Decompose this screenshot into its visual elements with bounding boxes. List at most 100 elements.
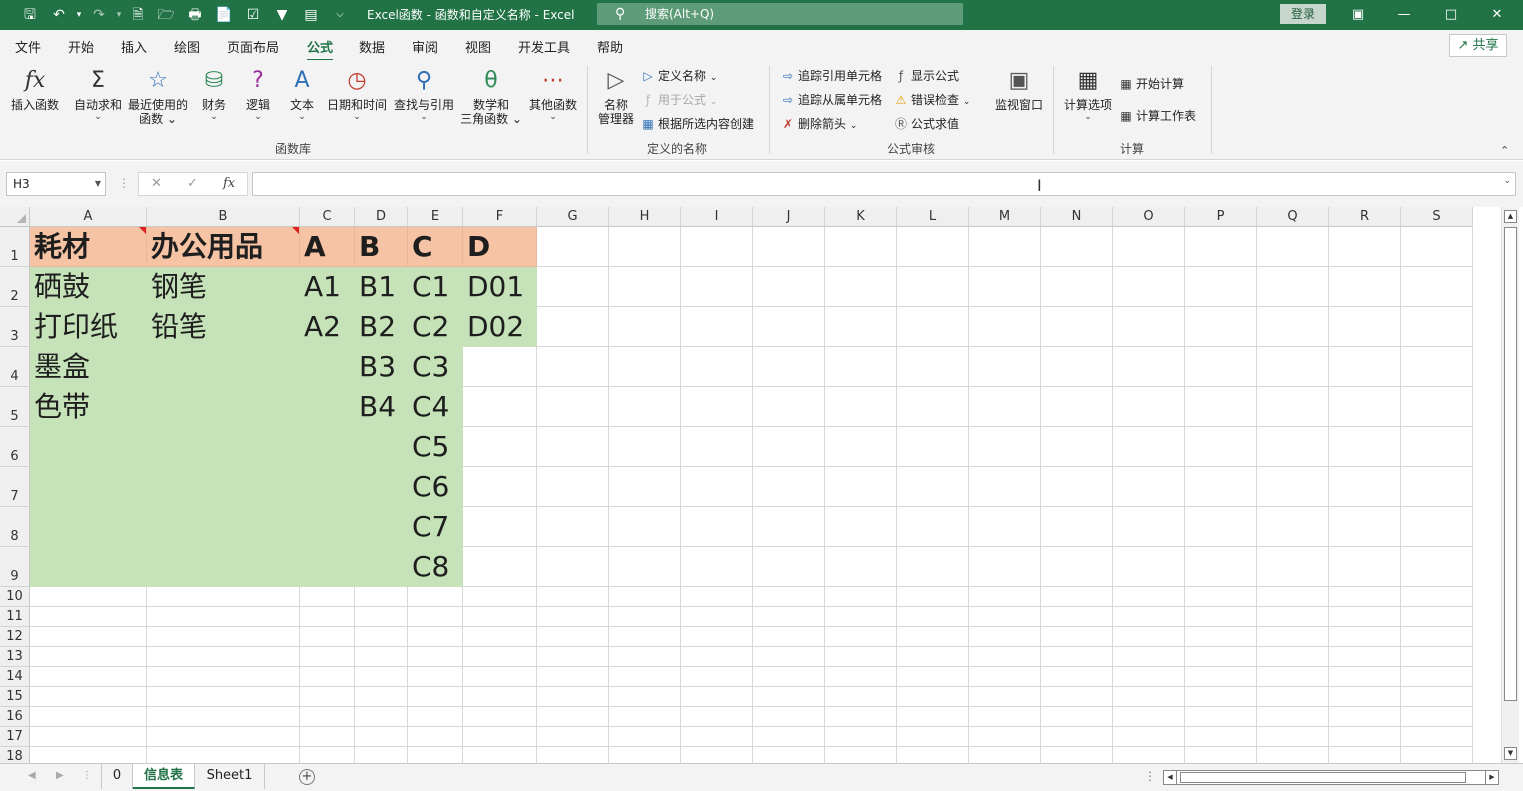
cell-l2[interactable] [897, 267, 969, 307]
cell-b12[interactable] [147, 627, 300, 647]
cell-o16[interactable] [1113, 707, 1185, 727]
cell-s8[interactable] [1401, 507, 1473, 547]
row-header-16[interactable]: 16 [0, 707, 30, 727]
cell-i15[interactable] [681, 687, 753, 707]
row-header-1[interactable]: 1 [0, 227, 30, 267]
cell-d7[interactable] [355, 467, 408, 507]
cell-k2[interactable] [825, 267, 897, 307]
cell-s4[interactable] [1401, 347, 1473, 387]
cell-h10[interactable] [609, 587, 681, 607]
cell-s7[interactable] [1401, 467, 1473, 507]
cell-d2[interactable]: B1 [355, 267, 408, 307]
cell-f5[interactable] [463, 387, 537, 427]
tab-view[interactable]: 视图 [465, 37, 491, 56]
cell-k14[interactable] [825, 667, 897, 687]
print-icon[interactable]: 🖶 [184, 4, 206, 26]
cell-j15[interactable] [753, 687, 825, 707]
scroll-thumb[interactable] [1504, 227, 1517, 701]
ribbon-display-icon[interactable]: ▣ [1344, 4, 1372, 26]
cell-p7[interactable] [1185, 467, 1257, 507]
cell-o11[interactable] [1113, 607, 1185, 627]
cell-c11[interactable] [300, 607, 355, 627]
cell-n9[interactable] [1041, 547, 1113, 587]
calculation-options-button[interactable]: ▦ 计算选项 ⌄ [1062, 66, 1114, 122]
cell-q16[interactable] [1257, 707, 1329, 727]
cell-s3[interactable] [1401, 307, 1473, 347]
cell-b5[interactable] [147, 387, 300, 427]
cell-c1[interactable]: A [300, 227, 355, 267]
undo-dropdown-icon[interactable]: ▾ [68, 4, 90, 26]
cell-g17[interactable] [537, 727, 609, 747]
cell-k17[interactable] [825, 727, 897, 747]
cell-i12[interactable] [681, 627, 753, 647]
cell-b3[interactable]: 铅笔 [147, 307, 300, 347]
cell-s18[interactable] [1401, 747, 1473, 763]
cell-o1[interactable] [1113, 227, 1185, 267]
enter-icon[interactable]: ✓ [187, 176, 198, 191]
cell-m18[interactable] [969, 747, 1041, 763]
cell-k11[interactable] [825, 607, 897, 627]
column-header-s[interactable]: S [1401, 207, 1473, 227]
cell-k18[interactable] [825, 747, 897, 763]
minimize-icon[interactable]: — [1390, 4, 1418, 26]
close-icon[interactable]: ✕ [1483, 4, 1511, 26]
cell-h3[interactable] [609, 307, 681, 347]
add-sheet-icon[interactable]: + [299, 769, 315, 785]
cell-h17[interactable] [609, 727, 681, 747]
tab-dots-icon[interactable]: ⋮ [82, 770, 92, 781]
cell-d14[interactable] [355, 667, 408, 687]
cell-j8[interactable] [753, 507, 825, 547]
insert-function-button[interactable]: fx 插入函数 [8, 66, 62, 112]
cell-b6[interactable] [147, 427, 300, 467]
cell-j17[interactable] [753, 727, 825, 747]
cell-m10[interactable] [969, 587, 1041, 607]
cell-c13[interactable] [300, 647, 355, 667]
cell-p17[interactable] [1185, 727, 1257, 747]
cell-s2[interactable] [1401, 267, 1473, 307]
cell-f13[interactable] [463, 647, 537, 667]
cell-l8[interactable] [897, 507, 969, 547]
cell-a6[interactable] [30, 427, 147, 467]
cell-e14[interactable] [408, 667, 463, 687]
cell-o15[interactable] [1113, 687, 1185, 707]
row-header-13[interactable]: 13 [0, 647, 30, 667]
row-header-8[interactable]: 8 [0, 507, 30, 547]
logical-button[interactable]: ? 逻辑 ⌄ [240, 66, 276, 122]
cell-n12[interactable] [1041, 627, 1113, 647]
cell-e17[interactable] [408, 727, 463, 747]
share-button[interactable]: ↗ 共享 [1449, 34, 1507, 57]
cell-p16[interactable] [1185, 707, 1257, 727]
cell-i2[interactable] [681, 267, 753, 307]
evaluate-formula-button[interactable]: Ⓡ 公式求值 [893, 115, 959, 133]
cell-a11[interactable] [30, 607, 147, 627]
row-header-10[interactable]: 10 [0, 587, 30, 607]
cell-g8[interactable] [537, 507, 609, 547]
cell-j10[interactable] [753, 587, 825, 607]
tab-data[interactable]: 数据 [359, 37, 385, 56]
cell-e7[interactable]: C6 [408, 467, 463, 507]
cell-l6[interactable] [897, 427, 969, 467]
cell-m4[interactable] [969, 347, 1041, 387]
cell-j1[interactable] [753, 227, 825, 267]
cell-d11[interactable] [355, 607, 408, 627]
cell-s14[interactable] [1401, 667, 1473, 687]
cell-n3[interactable] [1041, 307, 1113, 347]
cell-l13[interactable] [897, 647, 969, 667]
cell-p12[interactable] [1185, 627, 1257, 647]
tab-draw[interactable]: 绘图 [174, 37, 200, 56]
tab-formulas[interactable]: 公式 [307, 37, 334, 62]
cell-s17[interactable] [1401, 727, 1473, 747]
cell-m9[interactable] [969, 547, 1041, 587]
cell-n15[interactable] [1041, 687, 1113, 707]
cell-p13[interactable] [1185, 647, 1257, 667]
cell-f4[interactable] [463, 347, 537, 387]
cell-b9[interactable] [147, 547, 300, 587]
cell-h15[interactable] [609, 687, 681, 707]
cell-c14[interactable] [300, 667, 355, 687]
name-manager-button[interactable]: ▷ 名称 管理器 [596, 66, 636, 126]
scroll-left-icon[interactable]: ◀ [1164, 771, 1177, 784]
calculate-sheet-button[interactable]: ▦ 计算工作表 [1118, 107, 1196, 125]
cell-n6[interactable] [1041, 427, 1113, 467]
column-header-g[interactable]: G [537, 207, 609, 227]
cell-g3[interactable] [537, 307, 609, 347]
